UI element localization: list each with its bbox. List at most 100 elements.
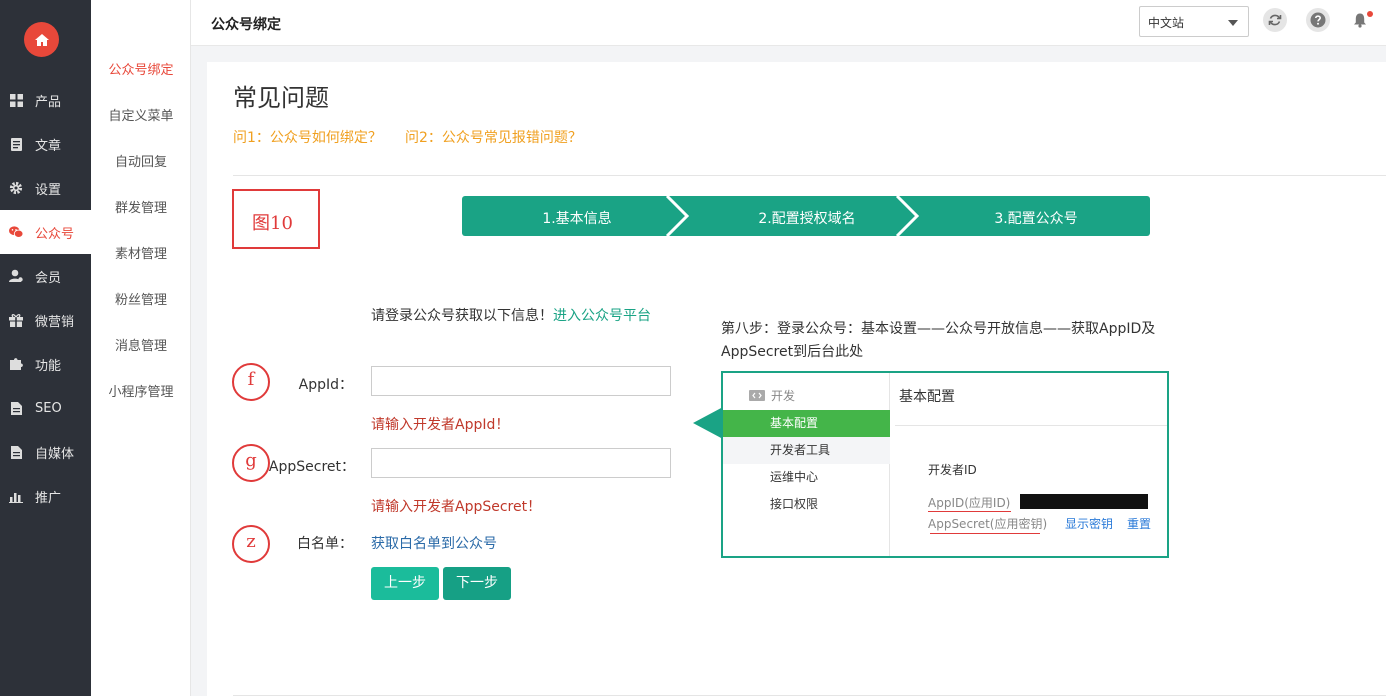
faq-link-1[interactable]: 问1：公众号如何绑定？ [233,127,382,147]
subnav-item-mini-program[interactable]: 小程序管理 [91,381,191,400]
guide-screenshot: 开发 基本配置 开发者工具 运维中心 接口权限 基本配置 开发者ID AppID… [693,371,1169,558]
guide-secret-label: AppSecret(应用密钥) [928,517,1048,531]
home-icon [34,33,49,46]
faq-heading: 常见问题 [233,84,329,112]
divider [233,175,1386,176]
help-button[interactable] [1306,8,1330,32]
figure-label: 图10 [232,189,320,249]
subnav-item-auto-reply[interactable]: 自动回复 [91,151,191,170]
nav-item-settings[interactable]: 设置 [0,166,91,210]
sub-nav: 公众号绑定 自定义菜单 自动回复 群发管理 素材管理 粉丝管理 消息管理 小程序… [91,0,191,696]
refresh-icon [1268,14,1282,26]
nav-item-label: 设置 [35,182,62,198]
media-doc-icon [9,445,23,459]
guide-menu-item: 接口权限 [770,497,819,511]
nav-item-label: 会员 [35,270,62,286]
step-1: 1.基本信息 [542,211,612,227]
appid-error: 请输入开发者AppId！ [371,417,510,433]
step-progress: 1.基本信息 2.配置授权域名 3.配置公众号 [462,196,1150,236]
faq-link-2[interactable]: 问2：公众号常见报错问题？ [405,127,582,147]
nav-item-label: 微营销 [35,314,75,330]
nav-item-label: 产品 [35,94,62,110]
nav-item-articles[interactable]: 文章 [0,122,91,166]
bell-icon [1354,13,1366,28]
guide-appid-label: AppID(应用ID) [928,496,1011,510]
pointer-arrow-icon [693,407,723,439]
nav-item-label: 公众号 [35,226,75,242]
guide-reset: 重置 [1127,517,1152,531]
guide-section: 开发 [749,387,795,404]
nav-item-functions[interactable]: 功能 [0,342,91,386]
home-button[interactable] [24,22,59,57]
marker-f: f [232,363,270,401]
guide-divider [895,425,1167,426]
top-header: 公众号绑定 中文站 [191,0,1386,46]
guide-show-key: 显示密钥 [1065,517,1114,531]
nav-item-promotion[interactable]: 推广 [0,474,91,518]
step-2: 2.配置授权域名 [758,211,856,227]
user-icon [9,269,23,283]
redacted-value [1020,494,1148,509]
subnav-item-broadcast[interactable]: 群发管理 [91,197,191,216]
wechat-platform-link[interactable]: 进入公众号平台 [553,308,651,324]
guide-developer-id: 开发者ID [928,463,977,477]
notification-dot [1367,11,1373,17]
lead-text: 请登录公众号获取以下信息！进入公众号平台 [371,305,651,325]
guide-menu-item: 基本配置 [723,410,890,437]
gift-icon [9,313,23,327]
main-nav: 产品 文章 设置 公众号 会员 微营销 功能 SEO 自媒体 推广 [0,0,91,696]
code-icon [749,390,765,401]
appsecret-label: AppSecret： [268,459,355,475]
document-icon [9,137,23,151]
wechat-icon [9,225,23,239]
grid-icon [9,93,23,107]
subnav-item-messages[interactable]: 消息管理 [91,335,191,354]
nav-item-media[interactable]: 自媒体 [0,430,91,474]
next-button[interactable]: 下一步 [443,567,511,600]
gear-icon [9,181,23,195]
guide-title: 基本配置 [899,389,955,405]
chevron-down-icon [1228,20,1238,26]
highlight-underline [928,511,1011,512]
appid-label: AppId： [298,377,353,393]
seo-doc-icon [9,401,23,415]
appsecret-error: 请输入开发者AppSecret！ [371,499,542,515]
nav-item-label: 功能 [35,358,62,374]
subnav-item-custom-menu[interactable]: 自定义菜单 [91,105,191,124]
language-select-value: 中文站 [1148,16,1185,30]
guide-menu-item: 开发者工具 [723,437,890,464]
bar-chart-icon [9,489,23,503]
marker-z: z [232,525,270,563]
step-3: 3.配置公众号 [994,211,1078,227]
subnav-item-bind[interactable]: 公众号绑定 [91,59,191,78]
lead-message: 请登录公众号获取以下信息！ [371,308,553,324]
nav-item-members[interactable]: 会员 [0,254,91,298]
whitelist-label: 白名单： [297,536,353,552]
main-card: 常见问题 问1：公众号如何绑定？ 问2：公众号常见报错问题？ 图10 1.基本信… [207,62,1386,696]
appsecret-input[interactable] [371,448,671,478]
guide-section-label: 开发 [771,389,796,403]
puzzle-icon [9,357,23,371]
question-icon [1310,12,1326,28]
notifications-button[interactable] [1348,8,1373,32]
refresh-button[interactable] [1263,8,1287,32]
prev-button[interactable]: 上一步 [371,567,439,600]
language-select[interactable]: 中文站 [1139,6,1249,37]
nav-item-products[interactable]: 产品 [0,78,91,122]
nav-item-wechat[interactable]: 公众号 [0,210,91,254]
appid-input[interactable] [371,366,671,396]
guide-menu: 开发 基本配置 开发者工具 运维中心 接口权限 [723,373,890,556]
whitelist-link[interactable]: 获取白名单到公众号 [371,533,497,553]
nav-item-label: 自媒体 [35,446,75,462]
nav-item-label: 文章 [35,138,62,154]
step-hint: 第八步：登录公众号：基本设置——公众号开放信息——获取AppID及AppSecr… [721,321,1156,360]
page-title: 公众号绑定 [211,17,281,33]
highlight-underline [930,533,1040,534]
nav-item-label: SEO [35,400,62,416]
subnav-item-fans[interactable]: 粉丝管理 [91,289,191,308]
nav-item-seo[interactable]: SEO [0,386,91,430]
nav-item-label: 推广 [35,490,62,506]
guide-menu-item: 运维中心 [770,470,819,484]
subnav-item-materials[interactable]: 素材管理 [91,243,191,262]
nav-item-marketing[interactable]: 微营销 [0,298,91,342]
